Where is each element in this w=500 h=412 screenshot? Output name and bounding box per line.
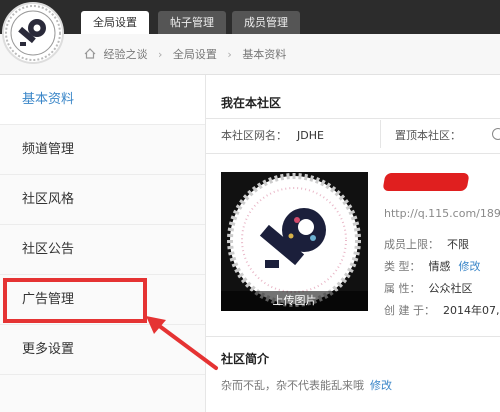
sidebar-item-channel-management[interactable]: 频道管理 bbox=[0, 125, 205, 175]
upload-image-button[interactable]: 上传图片 bbox=[221, 291, 368, 311]
tab-member-management[interactable]: 成员管理 bbox=[232, 11, 300, 34]
chevron-right-icon: › bbox=[227, 48, 232, 61]
breadcrumb-item-basic-info: 基本资料 bbox=[242, 48, 287, 61]
edit-type-link[interactable]: 修改 bbox=[459, 260, 481, 273]
sidebar-item-community-notice[interactable]: 社区公告 bbox=[0, 225, 205, 275]
chevron-right-icon: › bbox=[158, 48, 163, 61]
divider bbox=[206, 153, 500, 154]
key-logo-icon bbox=[5, 5, 61, 61]
section-title-intro: 社区简介 bbox=[221, 352, 270, 366]
highlight-box bbox=[3, 278, 147, 323]
info-member-limit: 成员上限： 不限 bbox=[384, 238, 469, 251]
sidebar-item-basic-info[interactable]: 基本资料 bbox=[0, 75, 205, 125]
tab-global-settings[interactable]: 全局设置 bbox=[81, 11, 149, 34]
annotation-arrow-icon bbox=[146, 316, 218, 370]
breadcrumb: 经验之谈 › 全局设置 › 基本资料 bbox=[84, 46, 286, 62]
sidebar-item-community-style[interactable]: 社区风格 bbox=[0, 175, 205, 225]
community-logo[interactable] bbox=[2, 2, 64, 64]
community-url[interactable]: http://q.115.com/1891 bbox=[384, 207, 500, 220]
redacted-name bbox=[382, 173, 470, 191]
edit-intro-link[interactable]: 修改 bbox=[370, 379, 392, 392]
divider bbox=[206, 336, 500, 337]
community-avatar[interactable]: 上传图片 bbox=[221, 172, 368, 311]
breadcrumb-item-global-settings[interactable]: 全局设置 bbox=[173, 48, 217, 61]
community-name-label: 本社区网名： JDHE bbox=[221, 129, 324, 142]
community-name-value: JDHE bbox=[297, 129, 324, 142]
breadcrumb-bar: 经验之谈 › 全局设置 › 基本资料 bbox=[0, 34, 500, 75]
info-created: 创 建 于： 2014年07, bbox=[384, 304, 500, 317]
community-intro-text: 杂而不乱，杂不代表能乱来哦 修改 bbox=[221, 379, 392, 392]
tab-post-management[interactable]: 帖子管理 bbox=[158, 11, 226, 34]
info-type: 类 型： 情感 修改 bbox=[384, 260, 481, 273]
pin-radio[interactable] bbox=[492, 128, 500, 140]
divider bbox=[380, 120, 381, 148]
home-icon[interactable] bbox=[84, 48, 100, 61]
section-title-my-community: 我在本社区 bbox=[221, 96, 282, 110]
divider bbox=[206, 118, 500, 119]
breadcrumb-item-community[interactable]: 经验之谈 bbox=[104, 48, 148, 61]
pin-community-label: 置顶本社区： bbox=[395, 129, 461, 142]
info-attribute: 属 性： 公众社区 bbox=[384, 282, 473, 295]
